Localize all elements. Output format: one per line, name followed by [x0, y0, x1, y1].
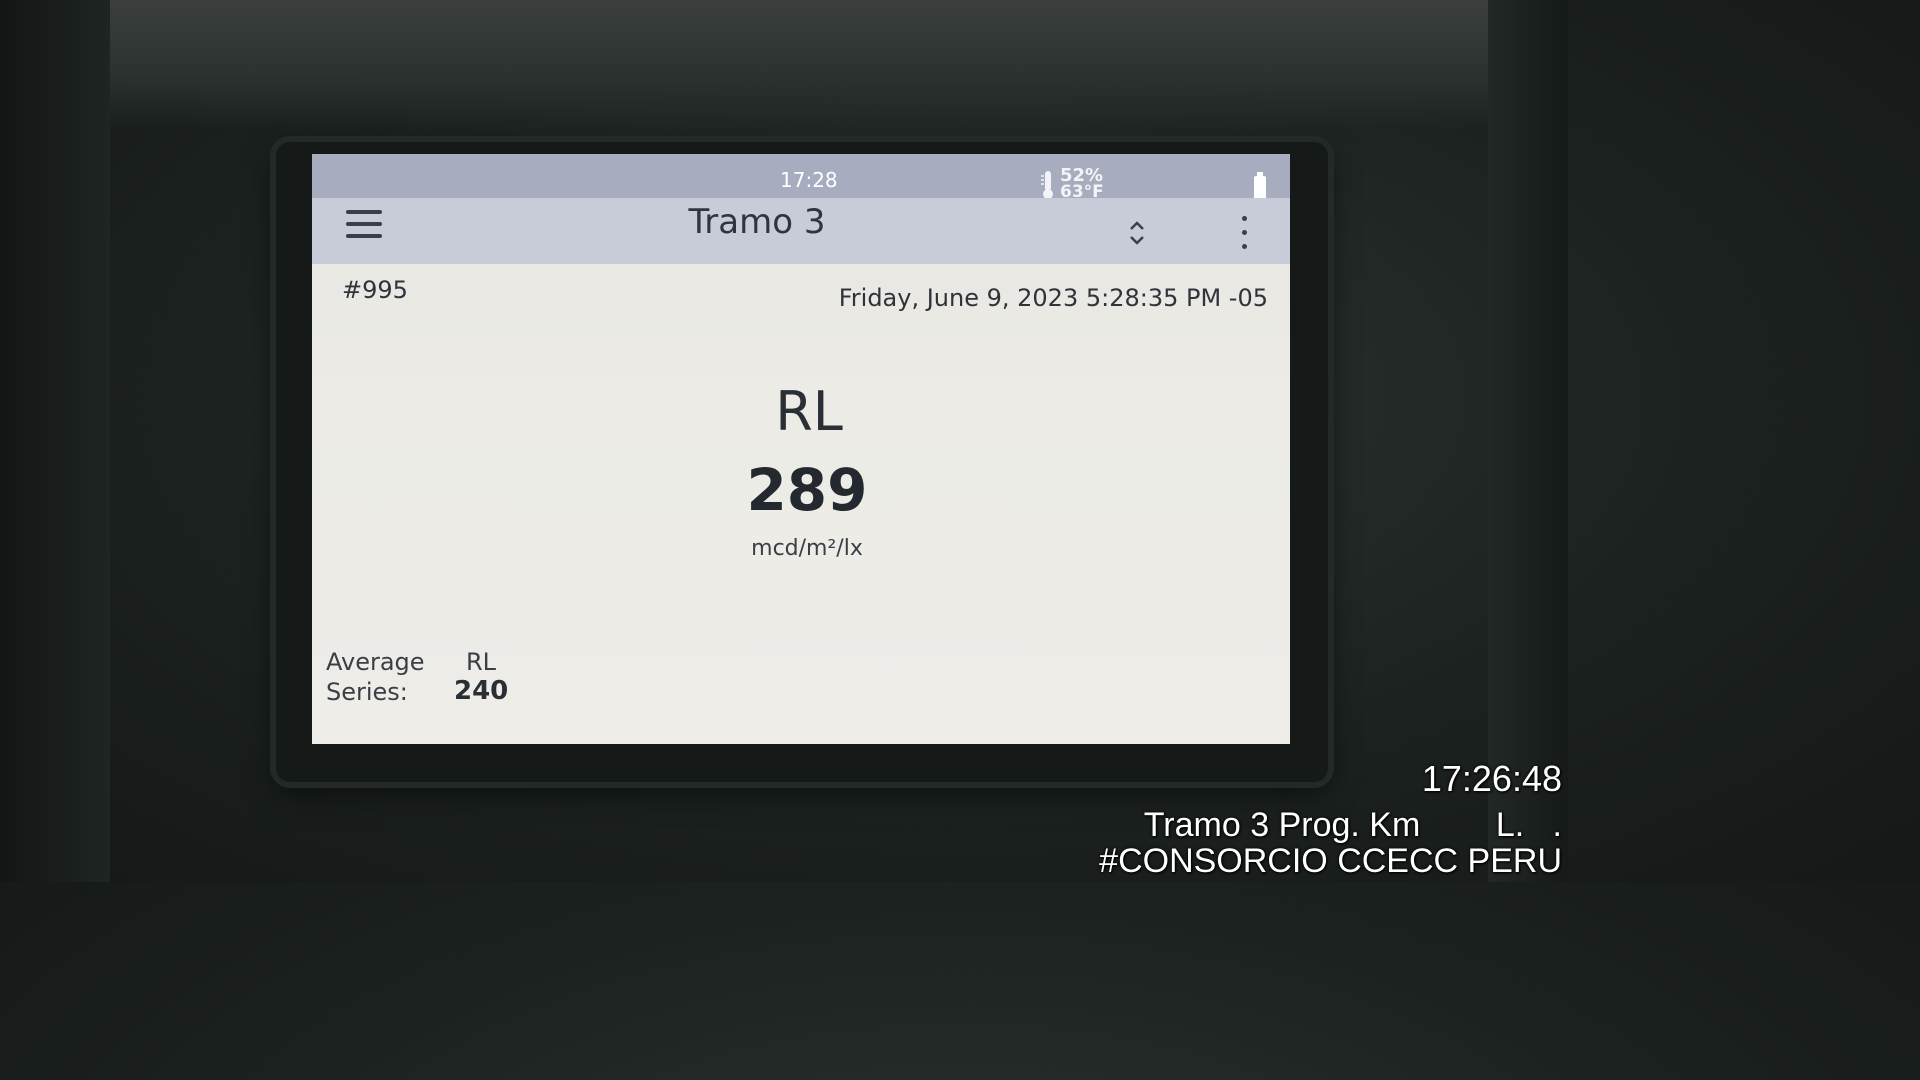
photo-location-overlay: Tramo 3 Prog. Km L. . [1143, 806, 1562, 844]
record-id: #995 [342, 276, 408, 304]
menu-icon[interactable] [344, 204, 384, 244]
battery-icon [1254, 172, 1266, 200]
device-screen: 17:28 52% 63°F Tramo 3 #995 Friday, June… [312, 154, 1290, 744]
sort-icon[interactable] [1126, 218, 1148, 248]
average-label: Average [326, 648, 425, 676]
status-time: 17:28 [780, 168, 838, 192]
app-bar: Tramo 3 [312, 198, 1290, 264]
series-label: Series: [326, 678, 408, 706]
background-glare [0, 0, 1568, 130]
photo-timestamp-overlay: 17:26:48 [1421, 758, 1562, 799]
case-right-edge [1488, 0, 1568, 882]
environment-readout: 52% 63°F [1040, 167, 1130, 202]
more-vert-icon[interactable] [1238, 216, 1250, 262]
metric-name: RL [775, 380, 843, 443]
measurement-timestamp: Friday, June 9, 2023 5:28:35 PM -05 [838, 284, 1268, 312]
status-bar: 17:28 52% 63°F [312, 154, 1290, 201]
photo-tag-overlay: #CONSORCIO CCECC PERU [1099, 842, 1562, 880]
case-left-edge [0, 0, 110, 882]
average-value: 240 [454, 676, 509, 706]
app-title: Tramo 3 [688, 202, 826, 242]
metric-value: 289 [746, 456, 868, 524]
series-average: Average Series: RL 240 [326, 648, 626, 718]
thermometer-icon [1041, 171, 1053, 199]
measurement-panel: #995 Friday, June 9, 2023 5:28:35 PM -05… [312, 264, 1290, 744]
metric-unit: mcd/m²/lx [751, 536, 863, 561]
average-metric-name: RL [466, 648, 497, 676]
